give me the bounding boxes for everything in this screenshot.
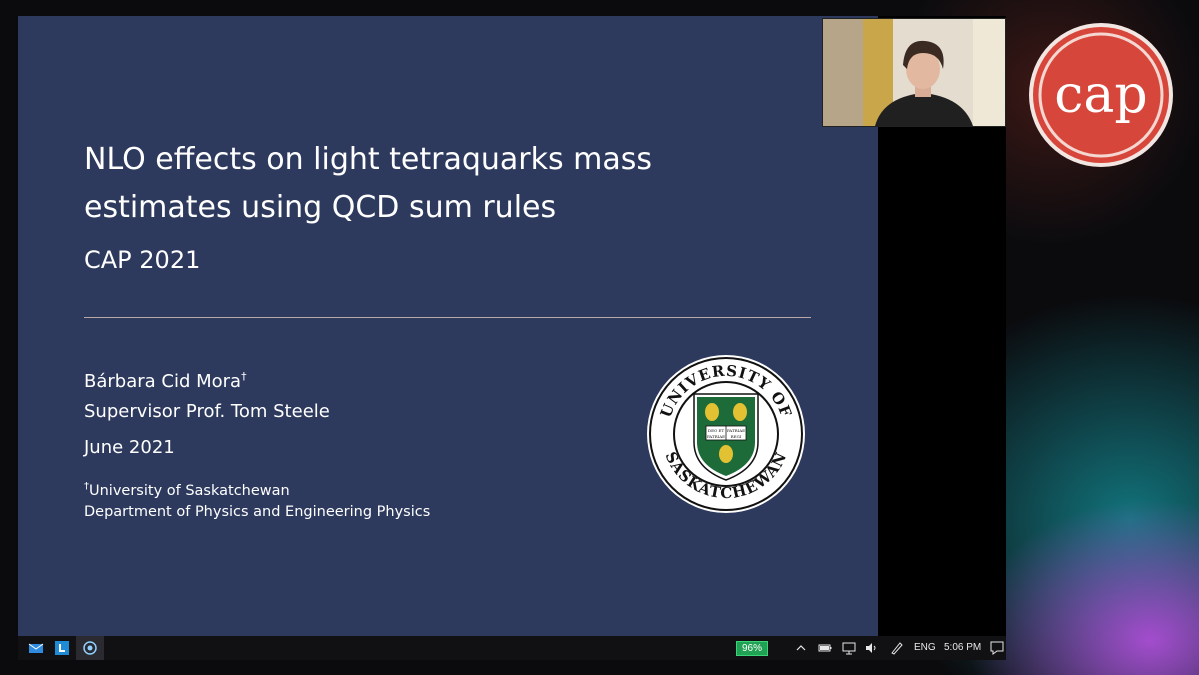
shared-screen: NLO effects on light tetraquarks mass es…	[18, 16, 1006, 660]
slide-title-line1: NLO effects on light tetraquarks mass	[84, 142, 653, 177]
author-mark: †	[241, 370, 247, 383]
taskbar: 96% ENG 5:06 PM	[18, 636, 1006, 660]
presentation-slide: NLO effects on light tetraquarks mass es…	[18, 16, 878, 636]
clock[interactable]: 5:06 PM	[944, 642, 981, 653]
svg-text:DEO ET: DEO ET	[708, 428, 725, 433]
cap-logo: cap	[1029, 23, 1173, 167]
affiliation: †University of Saskatchewan	[84, 481, 290, 499]
mail-icon[interactable]	[27, 639, 45, 657]
chevron-up-icon[interactable]	[792, 639, 810, 657]
affiliation-department: Department of Physics and Engineering Ph…	[84, 504, 431, 520]
slide-title-line2: estimates using QCD sum rules	[84, 190, 557, 225]
presentation-date: June 2021	[84, 437, 175, 458]
university-seal-logo: UNIVERSITY OF SASKATCHEWAN DEO ET PATRIA…	[647, 355, 805, 513]
volume-icon[interactable]	[863, 639, 881, 657]
slide-title: NLO effects on light tetraquarks mass es…	[84, 136, 724, 232]
author: Bárbara Cid Mora†	[84, 370, 247, 392]
active-app-tile[interactable]	[76, 636, 104, 660]
battery-icon[interactable]	[816, 639, 834, 657]
input-language[interactable]: ENG	[914, 642, 936, 653]
author-name: Bárbara Cid Mora	[84, 371, 242, 392]
divider	[84, 317, 811, 318]
presenter-video	[822, 18, 1006, 127]
svg-text:REGI: REGI	[731, 434, 742, 439]
battery-percent: 96%	[736, 641, 768, 656]
pen-icon[interactable]	[888, 639, 906, 657]
svg-text:PATRIAE: PATRIAE	[727, 428, 745, 433]
svg-text:cap: cap	[1054, 65, 1147, 125]
notification-icon[interactable]	[988, 639, 1006, 657]
affiliation-university: University of Saskatchewan	[89, 482, 290, 499]
svg-text:PATRIAE: PATRIAE	[707, 434, 725, 439]
slide-subtitle: CAP 2021	[84, 246, 201, 274]
supervisor: Supervisor Prof. Tom Steele	[84, 401, 330, 422]
app-l-icon[interactable]	[53, 639, 71, 657]
network-icon[interactable]	[840, 639, 858, 657]
circle-app-icon	[83, 641, 97, 655]
